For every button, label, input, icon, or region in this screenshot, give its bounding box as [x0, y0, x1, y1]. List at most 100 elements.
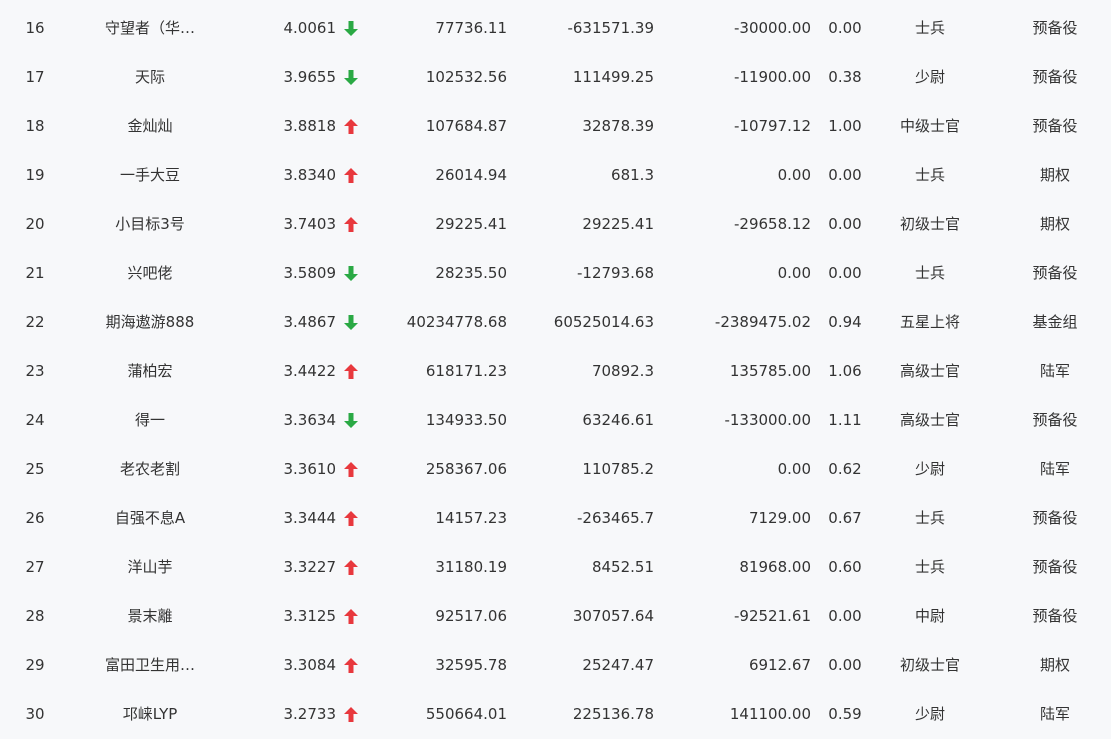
table-row[interactable]: 26 自强不息A 3.3444 14157.23 -263465.7 7129.00 0.6… [0, 494, 1111, 543]
table-row[interactable]: 23 蒲柏宏 3.4422 618171.23 70892.3 135785.00 1.06… [0, 347, 1111, 396]
ratio-cell: 1.06 [828, 362, 862, 380]
score-cell: 3.3634 [283, 411, 337, 429]
table-row[interactable]: 19 一手大豆 3.8340 26014.94 681.3 0.00 0.00 士兵 期权 [0, 151, 1111, 200]
ratio-cell: 0.00 [828, 166, 862, 184]
value-2-cell: 25247.47 [582, 656, 654, 674]
value-2-cell: 29225.41 [582, 215, 654, 233]
table-row[interactable]: 28 景末離 3.3125 92517.06 307057.64 -92521.61 0.0… [0, 592, 1111, 641]
trend-cell [344, 102, 360, 150]
arrow-up-icon [344, 658, 358, 673]
table-row[interactable]: 21 兴吧佬 3.5809 28235.50 -12793.68 0.00 0.00 士兵 预备… [0, 249, 1111, 298]
value-1-cell: 77736.11 [435, 19, 507, 37]
score-cell: 3.5809 [283, 264, 337, 282]
value-2-cell: 8452.51 [591, 558, 654, 576]
value-2-cell: 63246.61 [582, 411, 654, 429]
rank-title-cell: 高级士官 [899, 362, 960, 380]
value-3-cell: 81968.00 [739, 558, 811, 576]
value-2-cell: -12793.68 [577, 264, 654, 282]
trend-cell [344, 396, 360, 444]
rank-title-cell: 士兵 [914, 264, 945, 282]
value-2-cell: -263465.7 [577, 509, 654, 527]
ratio-cell: 1.00 [828, 117, 862, 135]
rank-cell: 20 [25, 215, 45, 233]
group-cell: 预备役 [1032, 117, 1078, 135]
value-1-cell: 14157.23 [435, 509, 507, 527]
group-cell: 陆军 [1039, 460, 1070, 478]
table-row[interactable]: 17 天际 3.9655 102532.56 111499.25 -11900.00 0.3… [0, 53, 1111, 102]
rank-title-cell: 士兵 [914, 558, 945, 576]
table-row[interactable]: 29 富田卫生用… 3.3084 32595.78 25247.47 6912.67 0.0… [0, 641, 1111, 690]
arrow-up-icon [344, 560, 358, 575]
trend-cell [344, 347, 360, 395]
arrow-up-icon [344, 511, 358, 526]
arrow-up-icon [344, 462, 358, 477]
table-row[interactable]: 18 金灿灿 3.8818 107684.87 32878.39 -10797.12 1.0… [0, 102, 1111, 151]
name-cell: 景末離 [127, 607, 173, 625]
trend-cell [344, 445, 360, 493]
name-cell: 兴吧佬 [127, 264, 173, 282]
table-row[interactable]: 16 守望者（华… 4.0061 77736.11 -631571.39 -30000.0… [0, 4, 1111, 53]
name-cell: 得一 [134, 411, 165, 429]
score-cell: 3.8818 [283, 117, 337, 135]
value-1-cell: 134933.50 [425, 411, 507, 429]
group-cell: 预备役 [1032, 607, 1078, 625]
score-cell: 3.7403 [283, 215, 337, 233]
rank-cell: 18 [25, 117, 45, 135]
table-row[interactable]: 20 小目标3号 3.7403 29225.41 29225.41 -29658.12 0.… [0, 200, 1111, 249]
trend-cell [344, 200, 360, 248]
rank-cell: 22 [25, 313, 45, 331]
value-2-cell: -631571.39 [567, 19, 654, 37]
rank-title-cell: 少尉 [914, 460, 945, 478]
table-row[interactable]: 22 期海遨游888 3.4867 40234778.68 60525014.63 -23… [0, 298, 1111, 347]
value-1-cell: 550664.01 [425, 705, 507, 723]
rank-title-cell: 高级士官 [899, 411, 960, 429]
ratio-cell: 0.60 [828, 558, 862, 576]
group-cell: 预备役 [1032, 68, 1078, 86]
rank-title-cell: 少尉 [914, 705, 945, 723]
value-3-cell: 0.00 [777, 264, 811, 282]
rank-title-cell: 五星上将 [899, 313, 960, 331]
score-cell: 3.4422 [283, 362, 337, 380]
rank-title-cell: 中尉 [914, 607, 945, 625]
ratio-cell: 0.00 [828, 19, 862, 37]
rank-cell: 29 [25, 656, 45, 674]
ratio-cell: 0.94 [828, 313, 862, 331]
trend-cell [344, 53, 360, 101]
rank-cell: 30 [25, 705, 45, 723]
group-cell: 陆军 [1039, 705, 1070, 723]
arrow-up-icon [344, 707, 358, 722]
table-row[interactable]: 24 得一 3.3634 134933.50 63246.61 -133000.00 1.1… [0, 396, 1111, 445]
ratio-cell: 0.00 [828, 607, 862, 625]
score-cell: 3.3227 [283, 558, 337, 576]
ratio-cell: 0.00 [828, 215, 862, 233]
value-1-cell: 40234778.68 [406, 313, 507, 331]
score-cell: 3.4867 [283, 313, 337, 331]
rank-cell: 23 [25, 362, 45, 380]
group-cell: 预备役 [1032, 264, 1078, 282]
rank-cell: 27 [25, 558, 45, 576]
value-3-cell: -133000.00 [724, 411, 811, 429]
value-3-cell: 6912.67 [748, 656, 811, 674]
rank-title-cell: 士兵 [914, 509, 945, 527]
value-3-cell: 135785.00 [729, 362, 811, 380]
group-cell: 预备役 [1032, 411, 1078, 429]
trend-cell [344, 494, 360, 542]
value-2-cell: 225136.78 [572, 705, 654, 723]
value-2-cell: 70892.3 [591, 362, 654, 380]
value-2-cell: 60525014.63 [553, 313, 654, 331]
value-1-cell: 31180.19 [435, 558, 507, 576]
value-2-cell: 111499.25 [572, 68, 654, 86]
table-row[interactable]: 25 老农老割 3.3610 258367.06 110785.2 0.00 0.62 少尉 陆… [0, 445, 1111, 494]
trend-cell [344, 4, 360, 52]
name-cell: 富田卫生用… [104, 656, 195, 674]
score-cell: 3.3610 [283, 460, 337, 478]
group-cell: 期权 [1039, 215, 1070, 233]
table-row[interactable]: 27 洋山芋 3.3227 31180.19 8452.51 81968.00 0.60 士兵… [0, 543, 1111, 592]
ratio-cell: 0.62 [828, 460, 862, 478]
score-cell: 3.3444 [283, 509, 337, 527]
name-cell: 洋山芋 [127, 558, 173, 576]
name-cell: 一手大豆 [119, 166, 180, 184]
group-cell: 陆军 [1039, 362, 1070, 380]
table-row[interactable]: 30 邛崃LYP 3.2733 550664.01 225136.78 141100.00… [0, 690, 1111, 739]
ratio-cell: 0.67 [828, 509, 862, 527]
